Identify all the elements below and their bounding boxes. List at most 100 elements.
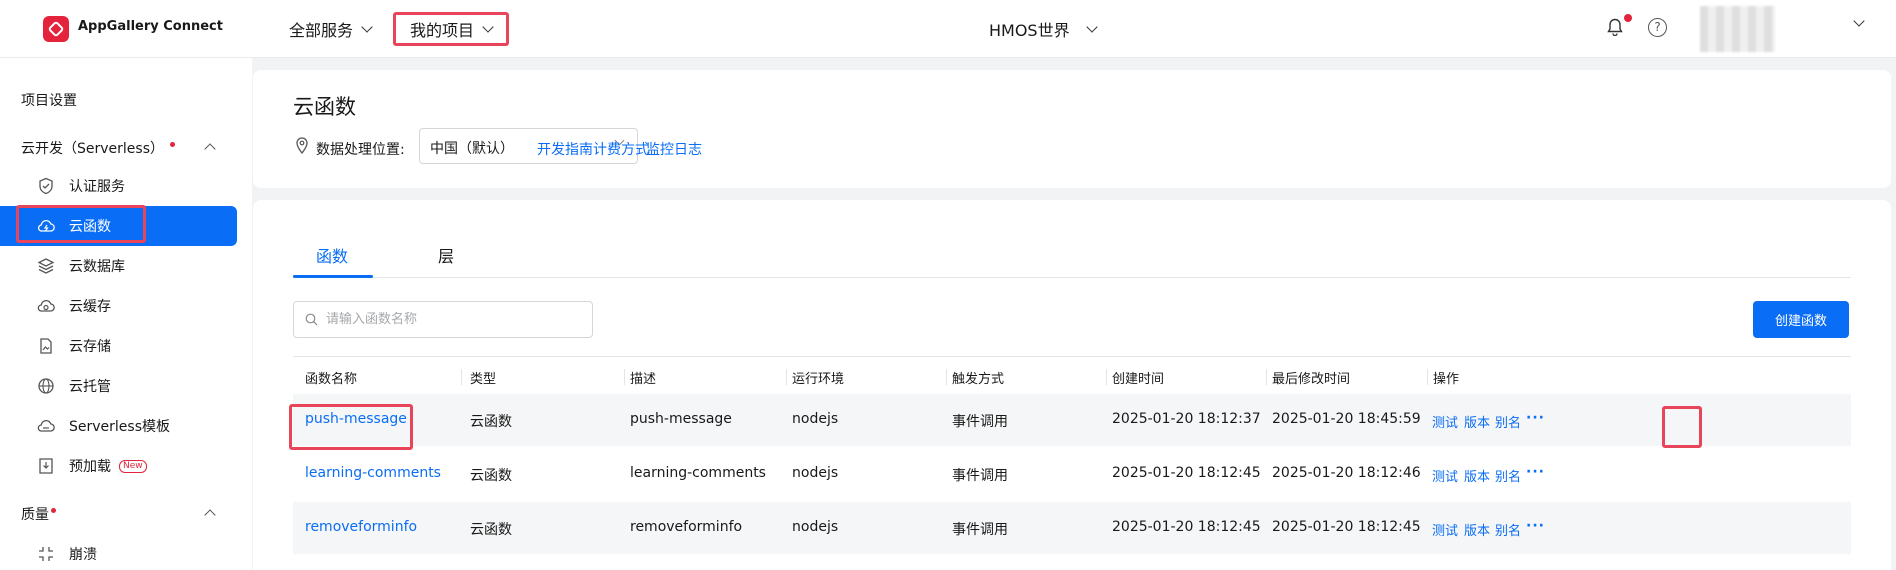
chevron-down-icon[interactable] bbox=[1853, 15, 1865, 27]
action-alias[interactable]: 别名 bbox=[1495, 412, 1521, 431]
cell-trigger: 事件调用 bbox=[952, 468, 1008, 484]
link-monitor-log[interactable]: 监控日志 bbox=[646, 139, 702, 159]
tab-layers[interactable]: 层 bbox=[438, 243, 454, 267]
chevron-up-icon[interactable] bbox=[204, 143, 216, 155]
sidebar-section-label: 质量 bbox=[21, 507, 49, 523]
sidebar-item-serverless-template[interactable]: Serverless模板 bbox=[0, 406, 237, 446]
column-divider bbox=[624, 369, 625, 385]
shield-check-icon bbox=[37, 177, 55, 195]
cell-trigger: 事件调用 bbox=[952, 522, 1008, 538]
column-header: 类型 bbox=[470, 372, 497, 387]
brand-name[interactable]: AppGallery Connect bbox=[78, 19, 223, 34]
globe-icon bbox=[37, 377, 55, 395]
action-test[interactable]: 测试 bbox=[1432, 466, 1458, 485]
action-version[interactable]: 版本 bbox=[1464, 520, 1490, 539]
sidebar-item-crash[interactable]: 崩溃 bbox=[0, 534, 237, 570]
chevron-up-icon[interactable] bbox=[204, 509, 216, 521]
active-tab-indicator bbox=[293, 275, 373, 278]
cell-modified: 2025-01-20 18:12:46 bbox=[1272, 465, 1421, 481]
sidebar: 项目设置 云开发（Serverless） 认证服务 云函数 云数据库 云缓存 云… bbox=[0, 58, 252, 570]
more-icon[interactable]: ··· bbox=[1526, 518, 1545, 534]
column-divider bbox=[946, 369, 947, 385]
nav-my-projects[interactable]: 我的项目 bbox=[393, 12, 510, 46]
column-header: 触发方式 bbox=[952, 372, 1005, 387]
action-version[interactable]: 版本 bbox=[1464, 466, 1490, 485]
cache-icon bbox=[37, 297, 55, 315]
appgallery-logo-icon[interactable] bbox=[43, 16, 69, 42]
column-header: 操作 bbox=[1433, 372, 1460, 387]
sidebar-item-auth[interactable]: 认证服务 bbox=[0, 166, 237, 206]
notification-dot bbox=[1624, 14, 1632, 22]
cell-created: 2025-01-20 18:12:37 bbox=[1112, 411, 1261, 427]
new-badge: New bbox=[119, 459, 147, 473]
sidebar-item-label: Serverless模板 bbox=[69, 419, 171, 435]
nav-my-projects-label: 我的项目 bbox=[410, 21, 475, 40]
cell-runtime: nodejs bbox=[792, 465, 839, 481]
sidebar-section-serverless[interactable]: 云开发（Serverless） bbox=[21, 138, 176, 158]
red-dot bbox=[170, 141, 176, 147]
sidebar-section-quality[interactable]: 质量 bbox=[21, 504, 56, 524]
column-divider bbox=[1106, 369, 1107, 385]
chevron-down-icon bbox=[361, 20, 373, 33]
column-header: 最后修改时间 bbox=[1272, 372, 1351, 387]
column-header: 创建时间 bbox=[1112, 372, 1165, 387]
sidebar-item-label: 云存储 bbox=[69, 339, 111, 355]
table-header: 函数名称 类型 描述 运行环境 触发方式 创建时间 最后修改时间 操作 bbox=[293, 356, 1851, 394]
action-test[interactable]: 测试 bbox=[1432, 520, 1458, 539]
cell-modified: 2025-01-20 18:45:59 bbox=[1272, 411, 1421, 427]
cell-created: 2025-01-20 18:12:45 bbox=[1112, 465, 1261, 481]
database-layers-icon bbox=[37, 257, 55, 275]
cell-type: 云函数 bbox=[470, 468, 512, 484]
action-test[interactable]: 测试 bbox=[1432, 412, 1458, 431]
column-header: 描述 bbox=[630, 372, 657, 387]
function-name-link[interactable]: learning-comments bbox=[305, 465, 441, 481]
functions-card: 函数 层 创建函数 函数名称 类型 描述 运行环境 触发方式 创建时间 最后修改… bbox=[253, 200, 1891, 570]
cell-type: 云函数 bbox=[470, 414, 512, 430]
column-divider bbox=[1266, 369, 1267, 385]
sidebar-item-label: 预加载 bbox=[69, 459, 111, 475]
cell-description: learning-comments bbox=[630, 465, 766, 481]
cell-trigger: 事件调用 bbox=[952, 414, 1008, 430]
nav-all-services-label: 全部服务 bbox=[289, 21, 354, 40]
create-function-button[interactable]: 创建函数 bbox=[1753, 301, 1849, 338]
column-divider bbox=[1427, 369, 1428, 385]
sidebar-item-preload[interactable]: 预加载 New bbox=[0, 446, 237, 486]
action-alias[interactable]: 别名 bbox=[1495, 520, 1521, 539]
link-billing[interactable]: 计费方式 bbox=[593, 139, 649, 159]
function-search[interactable] bbox=[293, 301, 593, 338]
highlight-box-function-name bbox=[289, 404, 413, 450]
help-icon[interactable]: ? bbox=[1648, 18, 1667, 37]
chevron-down-icon bbox=[482, 20, 494, 33]
bell-icon[interactable] bbox=[1607, 18, 1623, 37]
sidebar-item-cloud-database[interactable]: 云数据库 bbox=[0, 246, 237, 286]
link-dev-guide[interactable]: 开发指南 bbox=[537, 139, 593, 159]
sidebar-item-cloud-cache[interactable]: 云缓存 bbox=[0, 286, 237, 326]
action-version[interactable]: 版本 bbox=[1464, 412, 1490, 431]
template-icon bbox=[37, 417, 55, 435]
location-pin-icon bbox=[295, 137, 309, 155]
cell-type: 云函数 bbox=[470, 522, 512, 538]
project-selector[interactable]: HMOS世界 bbox=[989, 17, 1098, 41]
column-header: 函数名称 bbox=[305, 372, 358, 387]
sidebar-project-settings[interactable]: 项目设置 bbox=[21, 90, 77, 110]
more-icon[interactable]: ··· bbox=[1526, 464, 1545, 480]
storage-icon bbox=[37, 337, 55, 355]
column-divider bbox=[461, 369, 462, 385]
cell-created: 2025-01-20 18:12:45 bbox=[1112, 519, 1261, 535]
sidebar-item-label: 云托管 bbox=[69, 379, 111, 395]
tab-divider bbox=[293, 277, 1851, 278]
region-card: 云函数 数据处理位置: 中国（默认） 开发指南 计费方式 监控日志 bbox=[253, 70, 1891, 188]
action-alias[interactable]: 别名 bbox=[1495, 466, 1521, 485]
function-name-link[interactable]: removeforminfo bbox=[305, 519, 417, 535]
sidebar-item-cloud-storage[interactable]: 云存储 bbox=[0, 326, 237, 366]
nav-all-services[interactable]: 全部服务 bbox=[289, 17, 373, 41]
project-name: HMOS世界 bbox=[989, 21, 1070, 40]
user-account-blurred[interactable] bbox=[1700, 6, 1775, 52]
crash-icon bbox=[37, 545, 55, 563]
tab-functions[interactable]: 函数 bbox=[316, 243, 348, 267]
search-input[interactable] bbox=[326, 312, 566, 327]
more-icon[interactable]: ··· bbox=[1526, 410, 1545, 426]
column-header: 运行环境 bbox=[792, 372, 845, 387]
cell-description: push-message bbox=[630, 411, 732, 427]
sidebar-item-cloud-hosting[interactable]: 云托管 bbox=[0, 366, 237, 406]
